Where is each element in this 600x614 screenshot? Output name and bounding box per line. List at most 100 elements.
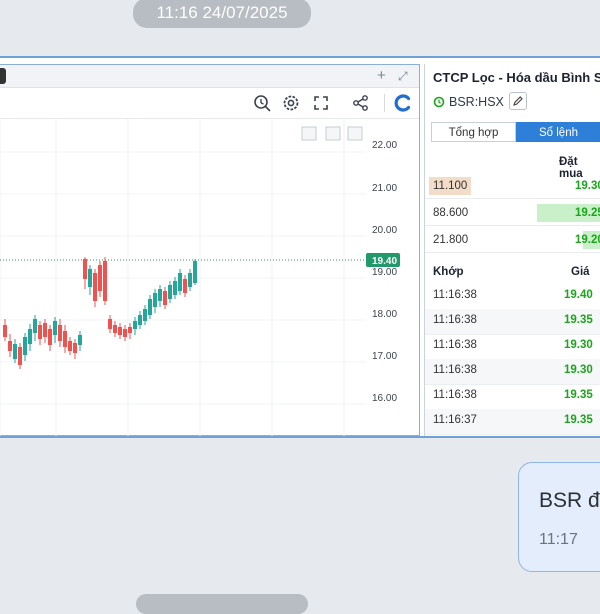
candle-body xyxy=(78,335,82,345)
message-time: 11:17 xyxy=(539,531,578,548)
toolbar-separator xyxy=(384,94,385,112)
bid-qty: 21.800 xyxy=(433,234,469,246)
restore-icon[interactable] xyxy=(347,126,363,141)
candle-body xyxy=(48,329,52,345)
matched-row: 11:16:38 19.30 xyxy=(425,359,600,385)
candle-body xyxy=(53,321,57,335)
matched-time: 11:16:38 xyxy=(433,314,477,326)
candle-body xyxy=(108,319,112,329)
candle-body xyxy=(28,329,32,344)
timestamp-text: 11:16 24/07/2025 xyxy=(156,3,288,22)
zoom-icon[interactable] xyxy=(251,92,273,114)
matched-row: 11:16:38 19.30 xyxy=(425,334,600,360)
settings-icon[interactable] xyxy=(280,92,302,114)
candle-body xyxy=(188,273,192,287)
candle-body xyxy=(148,299,152,315)
matched-time: 11:16:38 xyxy=(433,364,477,376)
matched-row: 11:16:38 19.35 xyxy=(425,309,600,335)
fullscreen-icon[interactable] xyxy=(310,92,332,114)
price-tick-18: 18.00 xyxy=(372,309,397,320)
bid-price: 19.25 xyxy=(575,207,600,219)
chart-panel: + ⤢ 22.00 21.00 20.00 19.00 18.00 17.00 … xyxy=(0,64,420,436)
bid-row[interactable]: 21.800 19.20 xyxy=(425,228,600,253)
price-tick-16: 16.00 xyxy=(372,393,397,404)
tab-summary[interactable]: Tổng hợp xyxy=(431,122,516,142)
add-icon[interactable]: + xyxy=(377,65,386,87)
matched-time: 11:16:38 xyxy=(433,389,477,401)
matched-row: 11:16:38 19.35 xyxy=(425,384,600,410)
matched-row: 11:16:37 19.35 xyxy=(425,409,600,435)
candle-body xyxy=(58,325,62,341)
reset-zoom-icon[interactable] xyxy=(325,126,341,141)
candle-body xyxy=(183,279,187,293)
candlestick-plot[interactable]: 22.00 21.00 20.00 19.00 18.00 17.00 16.0… xyxy=(0,119,419,436)
matched-time-header: Khớp xyxy=(433,266,464,278)
candle-body xyxy=(123,329,127,337)
price-tick-17: 17.00 xyxy=(372,351,397,362)
candle-body xyxy=(103,261,107,301)
candle-body xyxy=(23,337,27,355)
scroll-down-icon[interactable] xyxy=(301,126,317,141)
timestamp-pill: 11:16 24/07/2025 xyxy=(133,0,311,28)
edit-icon[interactable] xyxy=(509,92,527,110)
candle-body xyxy=(98,265,102,291)
back-tab[interactable] xyxy=(0,68,6,84)
matched-time: 11:16:38 xyxy=(433,289,477,301)
candle-body xyxy=(38,325,42,339)
candle-body xyxy=(88,269,92,287)
bid-price: 19.20 xyxy=(575,234,600,246)
price-tick-22: 22.00 xyxy=(372,140,397,151)
candle-body xyxy=(33,319,37,333)
price-tick-19: 19.00 xyxy=(372,267,397,278)
price-tick-20: 20.00 xyxy=(372,225,397,236)
matched-time: 11:16:37 xyxy=(433,414,477,426)
candle-body xyxy=(153,293,157,307)
candle-body xyxy=(118,327,122,335)
company-name: CTCP Lọc - Hóa dầu Bình Sơn xyxy=(433,70,600,85)
matched-price: 19.30 xyxy=(564,339,593,351)
bid-price: 19.30 xyxy=(575,180,600,192)
matched-price: 19.35 xyxy=(564,414,593,426)
chart-toolbar xyxy=(0,88,419,119)
matched-price-header: Giá xyxy=(571,266,590,278)
matched-price: 19.30 xyxy=(564,364,593,376)
bid-qty: 88.600 xyxy=(433,207,469,219)
last-price-tag-text: 19.40 xyxy=(372,256,397,267)
candle-body xyxy=(173,281,177,295)
candle-body xyxy=(43,323,47,337)
price-tick-21: 21.00 xyxy=(372,183,397,194)
candle-body xyxy=(93,273,97,301)
matched-row: 11:16:38 19.40 xyxy=(425,284,600,310)
message-bubble[interactable]: BSR đa 11:17 xyxy=(518,462,600,572)
candle-body xyxy=(178,273,182,291)
candle-body xyxy=(158,289,162,301)
symbol-link[interactable]: BSR:HSX xyxy=(433,92,504,112)
orderbook-tabs: Tổng hợp Sổ lệnh xyxy=(431,122,600,142)
candle-body xyxy=(113,325,117,333)
tab-order-book[interactable]: Sổ lệnh xyxy=(516,122,600,142)
orderbook-panel: CTCP Lọc - Hóa dầu Bình Sơn BSR:HSX Tổng… xyxy=(424,64,600,436)
candle-body xyxy=(18,347,22,365)
symbol-status-icon xyxy=(433,96,445,108)
expand-icon[interactable]: ⤢ xyxy=(398,65,408,87)
bid-row[interactable]: 11.100 19.30 xyxy=(425,174,600,199)
bid-row[interactable]: 88.600 19.25 xyxy=(425,201,600,226)
message-text: BSR đa xyxy=(539,489,600,512)
candle-body xyxy=(128,327,132,333)
matched-price: 19.40 xyxy=(564,289,593,301)
candle-body xyxy=(138,315,142,325)
candle-body xyxy=(73,343,77,353)
bid-qty: 11.100 xyxy=(429,177,472,195)
candle-body xyxy=(63,331,67,347)
matched-time: 11:16:38 xyxy=(433,339,477,351)
candle-body xyxy=(3,325,7,337)
candle-body xyxy=(168,285,172,299)
symbol-text: BSR:HSX xyxy=(449,95,504,109)
matched-price: 19.35 xyxy=(564,314,593,326)
share-icon[interactable] xyxy=(350,92,372,114)
bottom-date-pill xyxy=(136,594,308,614)
candle-body xyxy=(8,341,12,351)
brand-logo-icon xyxy=(392,92,414,114)
candle-body xyxy=(143,309,147,321)
shared-screenshot[interactable]: + ⤢ 22.00 21.00 20.00 19.00 18.00 17.00 … xyxy=(0,56,600,438)
